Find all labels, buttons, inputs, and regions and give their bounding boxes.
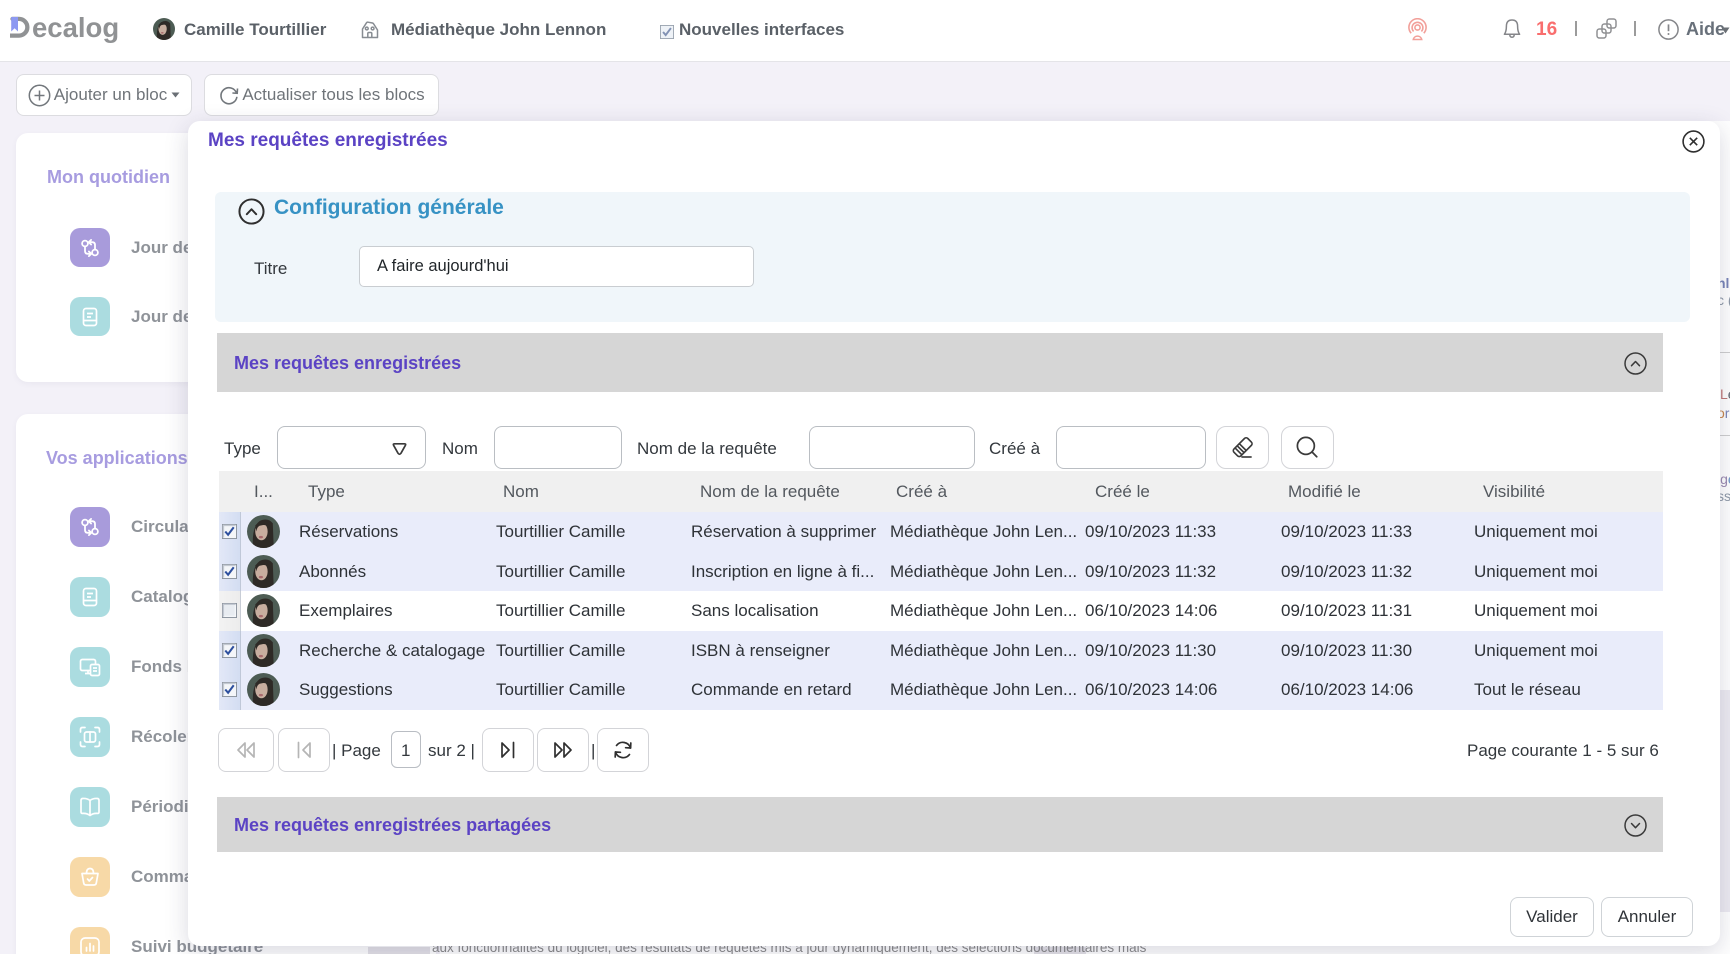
svg-text:ecalog: ecalog: [32, 12, 119, 43]
